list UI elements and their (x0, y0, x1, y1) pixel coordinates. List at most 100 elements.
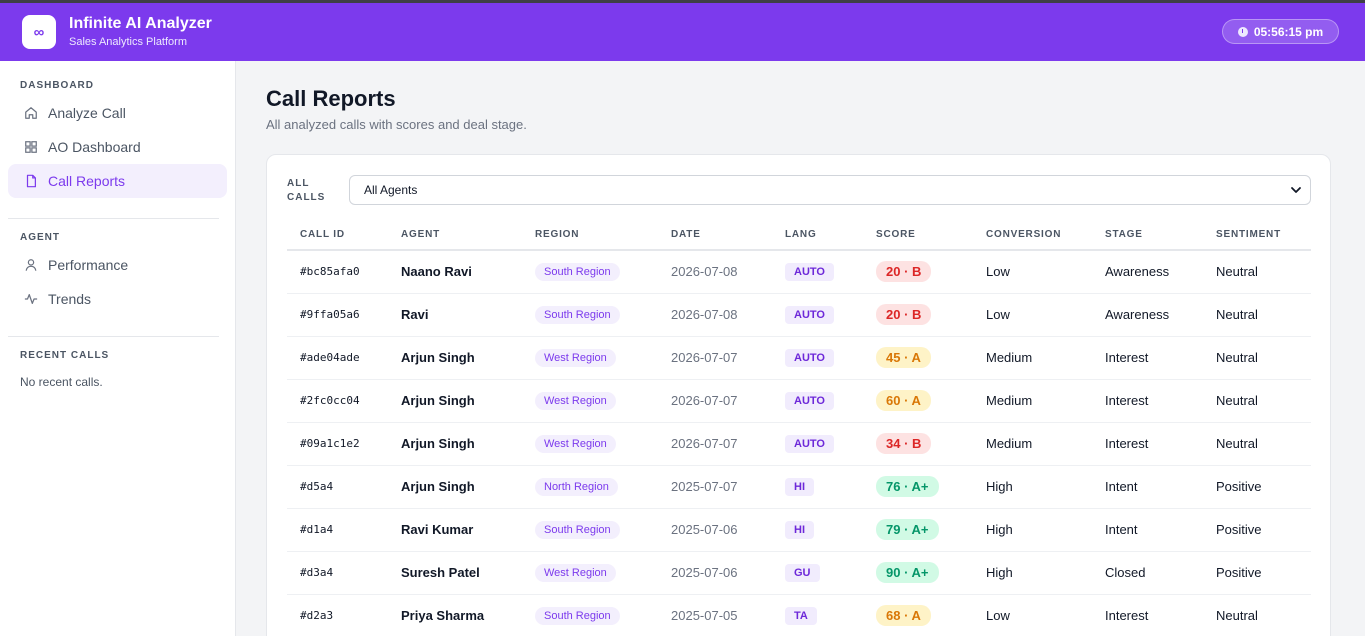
score-cell: 45 · A (863, 336, 973, 380)
agent-name: Ravi Kumar (388, 508, 522, 552)
column-header[interactable]: STAGE (1092, 220, 1203, 251)
region-badge: West Region (535, 391, 616, 410)
region-cell: South Region (522, 293, 658, 337)
sidebar-item-trends[interactable]: Trends (8, 282, 227, 316)
column-header[interactable]: AGENT (388, 220, 522, 251)
agent-name: Naano Ravi (388, 250, 522, 294)
page-title: Call Reports (266, 86, 396, 111)
conversion-cell: Low (973, 594, 1092, 636)
recent-calls-empty: No recent calls. (20, 375, 103, 389)
section-label-dashboard: DASHBOARD (20, 80, 94, 91)
clock-icon (1237, 26, 1248, 37)
sidebar-item-ao-dashboard[interactable]: AO Dashboard (8, 130, 227, 164)
agent-name: Ravi (388, 293, 522, 337)
reports-table: CALL ID AGENT REGION DATE LANG SCORE CONVERSIO… (287, 220, 1311, 636)
table-row[interactable]: #d1a4 Ravi Kumar South Region 2025-07-06 HI 7… (287, 508, 1311, 552)
stage-cell: Intent (1092, 508, 1203, 552)
score-badge: 20 · B (876, 261, 932, 283)
call-id[interactable]: #d3a4 (287, 551, 388, 595)
activity-icon (24, 294, 38, 304)
call-date: 2026-07-07 (658, 379, 772, 423)
call-id[interactable]: #d5a4 (287, 465, 388, 509)
call-id[interactable]: #d1a4 (287, 508, 388, 552)
conversion-cell: Medium (973, 422, 1092, 466)
agent-name: Arjun Singh (388, 465, 522, 509)
stage-cell: Interest (1092, 336, 1203, 380)
sidebar-item-analyze-call[interactable]: Analyze Call (8, 96, 227, 130)
region-badge: South Region (535, 520, 620, 539)
lang-cell: HI (772, 508, 863, 552)
call-id[interactable]: #9ffa05a6 (287, 293, 388, 337)
column-header[interactable]: SENTIMENT (1203, 220, 1311, 251)
region-badge: South Region (535, 305, 620, 324)
agent-filter-select[interactable]: All Agents (349, 175, 1311, 205)
score-badge: 68 · A (876, 605, 931, 626)
sentiment-cell: Neutral (1203, 250, 1311, 294)
stage-cell: Closed (1092, 551, 1203, 595)
infinity-logo-icon[interactable]: ∞ (22, 15, 56, 49)
agent-name: Arjun Singh (388, 379, 522, 423)
call-id[interactable]: #2fc0cc04 (287, 379, 388, 423)
stage-cell: Intent (1092, 465, 1203, 509)
column-header[interactable]: CONVERSION (973, 220, 1092, 251)
table-row[interactable]: #d3a4 Suresh Patel West Region 2025-07-06 GU… (287, 551, 1311, 595)
column-header[interactable]: CALL ID (287, 220, 388, 251)
table-row[interactable]: #09a1c1e2 Arjun Singh West Region 2026-07-0… (287, 422, 1311, 466)
sidebar-item-performance[interactable]: Performance (8, 248, 227, 282)
home-icon (25, 107, 37, 119)
clock-badge: 05:56:15 pm (1222, 19, 1339, 44)
sentiment-cell: Neutral (1203, 293, 1311, 337)
region-cell: North Region (522, 465, 658, 509)
call-date: 2025-07-07 (658, 465, 772, 509)
stage-cell: Interest (1092, 594, 1203, 636)
score-badge: 60 · A (876, 390, 931, 411)
call-id[interactable]: #ade04ade (287, 336, 388, 380)
region-badge: North Region (535, 477, 618, 496)
table-row[interactable]: #9ffa05a6 Ravi South Region 2026-07-08 AUTO 2… (287, 293, 1311, 337)
brand: Infinite AI Analyzer Sales Analytics Pla… (69, 15, 212, 50)
conversion-cell: High (973, 551, 1092, 595)
score-badge: 45 · A (876, 347, 931, 368)
user-icon (25, 259, 37, 271)
table-row[interactable]: #d2a3 Priya Sharma South Region 2025-07-05 T… (287, 594, 1311, 636)
sidebar-item-label: Call Reports (48, 173, 126, 189)
lang-cell: AUTO (772, 336, 863, 380)
sidebar-item-call-reports[interactable]: Call Reports (8, 164, 227, 198)
column-header[interactable]: SCORE (863, 220, 973, 251)
sidebar-divider (8, 336, 219, 337)
table-row[interactable]: #2fc0cc04 Arjun Singh West Region 2026-07-0… (287, 379, 1311, 423)
lang-badge: HI (785, 520, 814, 539)
sidebar-item-label: Performance (48, 257, 129, 273)
call-id[interactable]: #d2a3 (287, 594, 388, 636)
table-row[interactable]: #bc85afa0 Naano Ravi South Region 2026-07-0… (287, 250, 1311, 294)
call-date: 2026-07-07 (658, 336, 772, 380)
call-date: 2025-07-06 (658, 508, 772, 552)
lang-badge: HI (785, 477, 814, 496)
sidebar-divider (8, 218, 219, 219)
region-badge: West Region (535, 563, 616, 582)
call-id[interactable]: #09a1c1e2 (287, 422, 388, 466)
column-header[interactable]: DATE (658, 220, 772, 251)
lang-cell: HI (772, 465, 863, 509)
agent-name: Arjun Singh (388, 422, 522, 466)
score-cell: 68 · A (863, 594, 973, 636)
region-cell: West Region (522, 336, 658, 380)
column-header[interactable]: REGION (522, 220, 658, 251)
table-row[interactable]: #d5a4 Arjun Singh North Region 2025-07-07 HI… (287, 465, 1311, 509)
conversion-cell: Low (973, 250, 1092, 294)
score-cell: 76 · A+ (863, 465, 973, 509)
app-subtitle: Sales Analytics Platform (69, 35, 187, 48)
agent-name: Arjun Singh (388, 336, 522, 380)
call-id[interactable]: #bc85afa0 (287, 250, 388, 294)
lang-badge: AUTO (785, 348, 834, 367)
score-cell: 60 · A (863, 379, 973, 423)
lang-badge: TA (785, 606, 817, 625)
table-row[interactable]: #ade04ade Arjun Singh West Region 2026-07-0… (287, 336, 1311, 380)
grid-icon (25, 141, 37, 153)
region-badge: West Region (535, 434, 616, 453)
score-badge: 20 · B (876, 304, 932, 325)
app-title: Infinite AI Analyzer (69, 14, 212, 32)
column-header[interactable]: LANG (772, 220, 863, 251)
sentiment-cell: Positive (1203, 465, 1311, 509)
lang-badge: AUTO (785, 305, 834, 324)
